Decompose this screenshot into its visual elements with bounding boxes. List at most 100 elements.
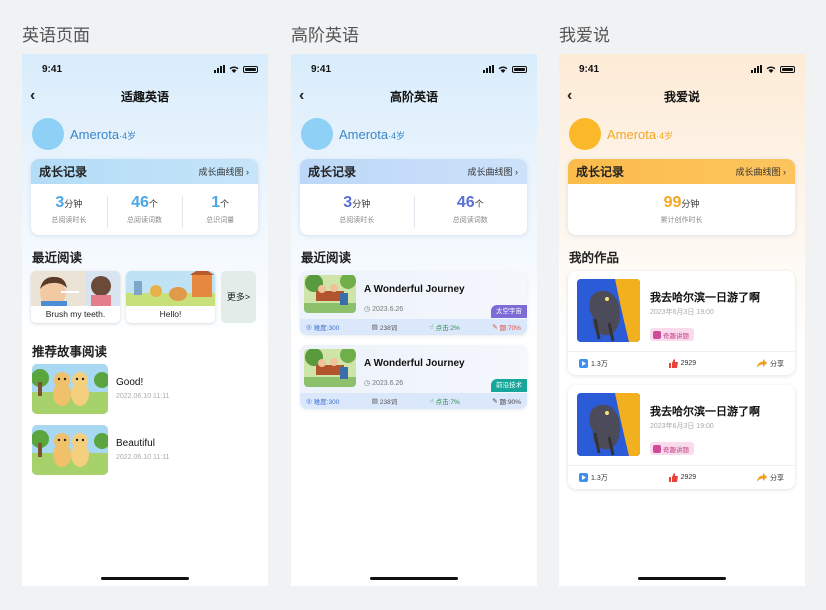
story-title: Beautiful xyxy=(116,438,155,449)
difficulty-value: 难度:300 xyxy=(313,325,340,332)
section-title-english: 英语页面 xyxy=(22,26,90,45)
work-footer: 1.3万 2929 分享 xyxy=(568,465,795,489)
story-item[interactable]: Good! 2022.06.10 11:11 xyxy=(32,364,232,414)
word-count-stat: ▤ 238词 xyxy=(372,322,398,332)
hand-icon: ☝ xyxy=(429,398,434,405)
nav-bar: ‹ 适趣英语 xyxy=(22,88,268,105)
stat-value: 46 xyxy=(131,194,149,211)
growth-title: 成长记录 xyxy=(39,165,88,179)
growth-curve-link[interactable]: 成长曲线图 › xyxy=(735,165,786,178)
story-item[interactable]: Beautiful 2022.06.10 11:11 xyxy=(32,425,232,475)
book-icon: ▤ xyxy=(371,398,378,405)
wifi-icon xyxy=(229,66,239,73)
growth-curve-link-label: 成长曲线图 xyxy=(467,167,513,177)
profile-name-text: Amerota xyxy=(70,126,120,142)
journey-card[interactable]: A Wonderful Journey ◷ 2023.6.26 前沿技术 ◎ 难度… xyxy=(300,345,527,409)
growth-curve-link-label: 成长曲线图 xyxy=(735,167,781,177)
profile-name: Amerota·4岁 xyxy=(70,127,136,142)
stat-reading-time: 3分钟 总阅读时长 xyxy=(300,194,414,225)
stat-value: 3 xyxy=(343,194,353,211)
growth-curve-link[interactable]: 成长曲线图 › xyxy=(467,165,518,178)
stat-reading-words: 46个 总阅读词数 xyxy=(106,194,183,228)
avatar[interactable] xyxy=(32,118,64,150)
stat-label: 总阅读时长 xyxy=(339,217,375,224)
growth-record-card: 成长记录 成长曲线图 › 99分钟 累计创作时长 xyxy=(568,159,795,235)
journey-date-text: 2023.6.26 xyxy=(372,380,404,387)
work-title: 我去哈尔滨一日游了啊 xyxy=(650,292,760,304)
stat-value: 1 xyxy=(211,194,221,211)
wifi-icon xyxy=(766,66,776,73)
profile-name-text: Amerota xyxy=(607,126,657,142)
share-icon xyxy=(757,359,767,368)
growth-curve-link[interactable]: 成长曲线图 › xyxy=(198,165,249,178)
more-books-button[interactable]: 更多> xyxy=(221,271,256,323)
status-bar: 9:41 xyxy=(22,64,268,76)
recent-book-card[interactable]: Brush my teeth. xyxy=(31,271,120,323)
accuracy-stat: ✎ 题:90% xyxy=(492,396,521,406)
badge-label: 奇趣讲题 xyxy=(663,332,689,340)
difficulty-value: 难度:300 xyxy=(313,399,340,406)
journey-tag: 前沿技术 xyxy=(491,379,527,392)
growth-curve-link-label: 成长曲线图 xyxy=(198,167,244,177)
stat-reading-time: 3分钟 总阅读时长 xyxy=(31,194,107,225)
recent-reading-heading: 最近阅读 xyxy=(32,251,83,265)
profile: Amerota·4岁 xyxy=(301,118,405,150)
play-count: 1.3万 xyxy=(579,359,608,369)
growth-record-card: 成长记录 成长曲线图 › 3分钟 总阅读时长 46个 总阅读词数 xyxy=(300,159,527,235)
home-indicator[interactable] xyxy=(101,577,189,580)
play-count: 1.3万 xyxy=(579,473,608,483)
work-date: 2023年6月3日 19:00 xyxy=(650,309,714,316)
book-cover-image xyxy=(31,271,120,306)
phone-english-page: 9:41 ‹ 适趣英语 Amerota·4岁 成长记录 成长曲线图 › 3分钟 … xyxy=(22,54,268,586)
accuracy-value: 题:90% xyxy=(499,399,521,406)
word-count-stat: ▤ 238词 xyxy=(372,396,398,406)
thumbs-up-icon xyxy=(668,473,678,482)
home-indicator[interactable] xyxy=(370,577,458,580)
play-count-value: 1.3万 xyxy=(591,360,608,368)
stat-label: 总阅读时长 xyxy=(51,217,87,224)
difficulty-stat: ◎ 难度:300 xyxy=(306,396,339,406)
like-button[interactable]: 2929 xyxy=(668,473,697,482)
click-value: 点击:7% xyxy=(435,399,460,406)
badge-icon xyxy=(653,444,661,453)
work-artwork xyxy=(577,279,640,342)
work-title: 我去哈尔滨一日游了啊 xyxy=(650,406,760,418)
status-bar: 9:41 xyxy=(559,64,805,76)
play-count-value: 1.3万 xyxy=(591,474,608,482)
avatar[interactable] xyxy=(301,118,333,150)
journey-tag: 太空宇宙 xyxy=(491,305,527,318)
work-badge: 奇趣讲题 xyxy=(650,328,694,341)
work-card[interactable]: 我去哈尔滨一日游了啊 2023年6月3日 19:00 奇趣讲题 1.3万 292… xyxy=(568,271,795,375)
difficulty-stat: ◎ 难度:300 xyxy=(306,322,339,332)
word-count-value: 238词 xyxy=(379,399,398,406)
status-time: 9:41 xyxy=(579,64,600,75)
journey-card[interactable]: A Wonderful Journey ◷ 2023.6.26 太空宇宙 ◎ 难度… xyxy=(300,271,527,335)
page-title: 适趣英语 xyxy=(120,90,169,104)
share-button[interactable]: 分享 xyxy=(757,359,784,369)
stat-label: 累计创作时长 xyxy=(660,217,703,224)
avatar[interactable] xyxy=(569,118,601,150)
recent-reading-heading: 最近阅读 xyxy=(301,251,352,265)
profile-age: ·4岁 xyxy=(656,130,674,141)
journey-thumbnail xyxy=(304,275,356,313)
signal-icon xyxy=(483,65,494,73)
section-title-speak: 我爱说 xyxy=(559,26,610,45)
like-button[interactable]: 2929 xyxy=(668,359,696,368)
home-indicator[interactable] xyxy=(638,577,726,580)
play-icon xyxy=(579,359,588,368)
journey-date: ◷ 2023.6.26 xyxy=(364,379,403,387)
like-count-value: 2929 xyxy=(680,474,697,481)
share-button[interactable]: 分享 xyxy=(757,473,784,483)
recommend-heading: 推荐故事阅读 xyxy=(32,345,108,359)
profile: Amerota·4岁 xyxy=(32,118,136,150)
work-card[interactable]: 我去哈尔滨一日游了啊 2023年6月3日 19:00 奇趣讲题 1.3万 292… xyxy=(568,385,795,489)
accuracy-stat: ✎ 题:70% xyxy=(492,322,521,332)
journey-thumbnail xyxy=(304,349,356,387)
recent-book-card[interactable]: Hello! xyxy=(126,271,215,323)
battery-icon xyxy=(512,65,527,73)
badge-label: 奇趣讲题 xyxy=(663,446,689,454)
share-label: 分享 xyxy=(770,474,784,482)
nav-bar: ‹ 高阶英语 xyxy=(291,88,537,105)
pencil-icon: ✎ xyxy=(492,398,498,405)
profile: Amerota·4岁 xyxy=(569,118,673,150)
